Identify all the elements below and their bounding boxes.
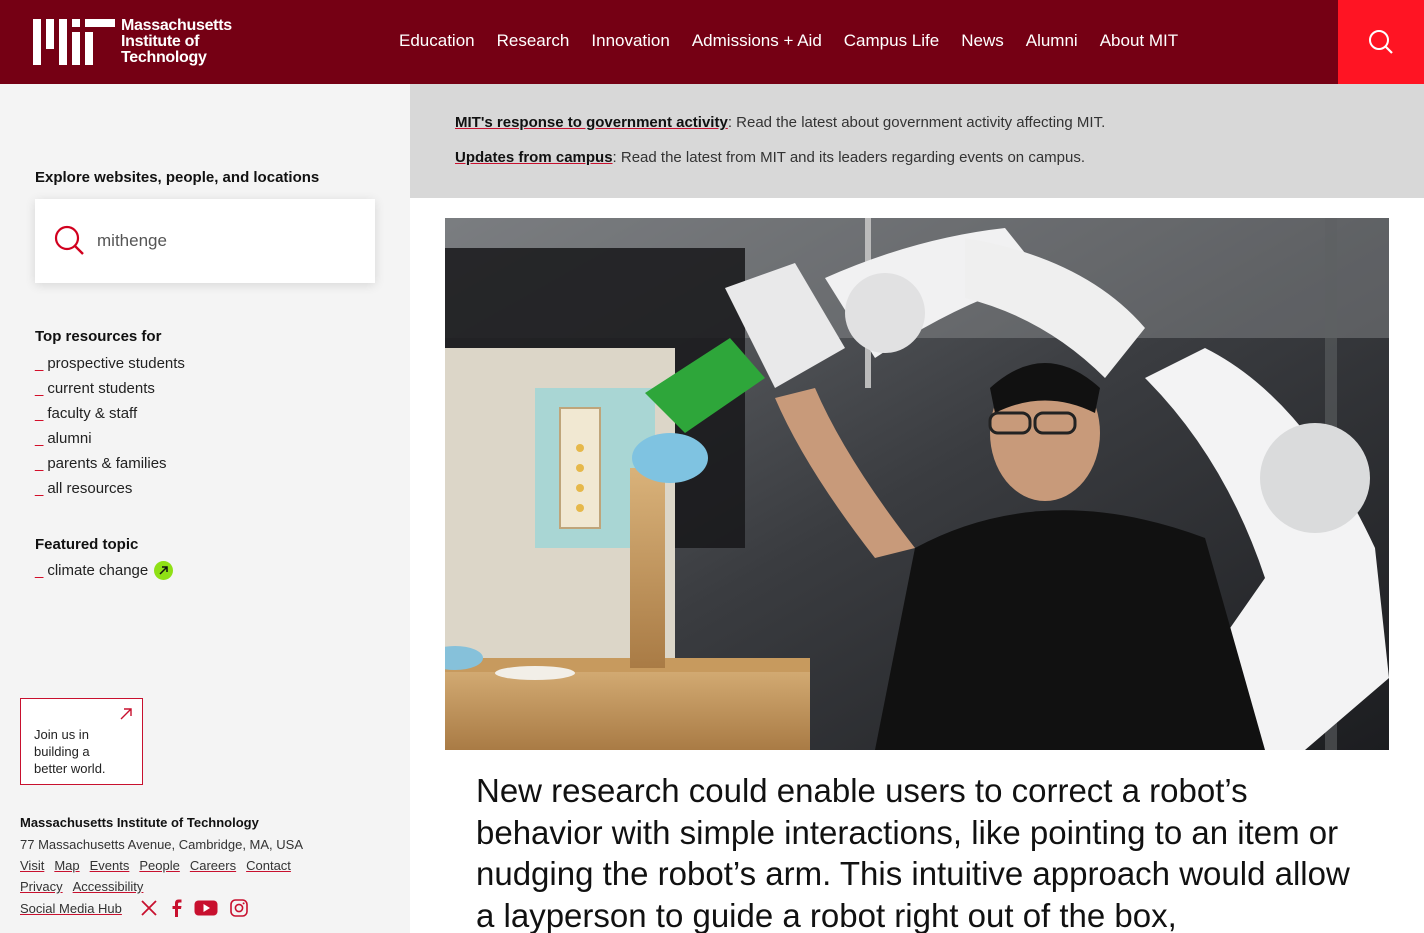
resource-link[interactable]: current students xyxy=(47,376,155,401)
robot-photo-illustration xyxy=(445,218,1389,750)
footer-institution-name: Massachusetts Institute of Technology xyxy=(20,815,259,830)
footer-links-row-1: Visit Map Events People Careers Contact xyxy=(20,858,301,873)
logo-wordmark: Massachusetts Institute of Technology xyxy=(121,18,232,66)
list-item[interactable]: _ parents & families xyxy=(35,451,185,476)
dash-marker: _ xyxy=(35,430,44,447)
dash-marker: _ xyxy=(35,562,44,579)
alert-item-campus: Updates from campus: Read the latest fro… xyxy=(455,149,1085,166)
footer-link-careers[interactable]: Careers xyxy=(190,858,236,873)
list-item[interactable]: _ faculty & staff xyxy=(35,401,185,426)
join-us-text: Join us in building a better world. xyxy=(34,726,106,777)
footer-link-accessibility[interactable]: Accessibility xyxy=(73,879,144,894)
explore-heading: Explore websites, people, and locations xyxy=(35,169,320,186)
dash-marker: _ xyxy=(35,380,44,397)
list-item[interactable]: _ alumni xyxy=(35,426,185,451)
resource-link[interactable]: all resources xyxy=(47,476,132,501)
alert-text: : Read the latest about government activ… xyxy=(727,114,1106,131)
join-us-card[interactable]: Join us in building a better world. xyxy=(20,698,143,785)
site-header: Massachusetts Institute of Technology Ed… xyxy=(0,0,1424,84)
nav-research[interactable]: Research xyxy=(497,31,570,51)
resource-link[interactable]: alumni xyxy=(47,426,91,451)
alert-item-government: MIT's response to government activity: R… xyxy=(455,114,1105,131)
resource-link[interactable]: parents & families xyxy=(47,451,166,476)
list-item[interactable]: _ all resources xyxy=(35,476,185,501)
footer-link-people[interactable]: People xyxy=(139,858,179,873)
dash-marker: _ xyxy=(35,480,44,497)
instagram-icon[interactable] xyxy=(230,899,248,917)
nav-education[interactable]: Education xyxy=(399,31,475,51)
search-icon xyxy=(54,225,84,255)
facebook-icon[interactable] xyxy=(170,899,182,917)
nav-campus-life[interactable]: Campus Life xyxy=(844,31,939,51)
footer-links-row-2: Privacy Accessibility xyxy=(20,879,153,894)
logo-line-1: Massachusetts xyxy=(121,17,232,34)
mit-logo[interactable]: Massachusetts Institute of Technology xyxy=(33,18,232,66)
featured-link[interactable]: climate change xyxy=(47,558,148,583)
dash-marker: _ xyxy=(35,455,44,472)
search-input[interactable] xyxy=(97,227,357,255)
search-icon xyxy=(1369,30,1393,54)
alert-banner: MIT's response to government activity: R… xyxy=(410,84,1424,198)
footer-link-privacy[interactable]: Privacy xyxy=(20,879,63,894)
nav-about-mit[interactable]: About MIT xyxy=(1100,31,1178,51)
footer-link-social-hub[interactable]: Social Media Hub xyxy=(20,901,122,916)
nav-alumni[interactable]: Alumni xyxy=(1026,31,1078,51)
top-resources-heading: Top resources for xyxy=(35,328,162,345)
featured-list: _ climate change xyxy=(35,558,174,583)
list-item[interactable]: _ prospective students xyxy=(35,351,185,376)
footer-link-visit[interactable]: Visit xyxy=(20,858,44,873)
resources-list: _ prospective students _ current students … xyxy=(35,351,185,501)
youtube-icon[interactable] xyxy=(194,899,218,917)
alert-link[interactable]: MIT's response to government activity xyxy=(455,114,728,131)
logo-line-2: Institute of xyxy=(121,33,200,50)
resource-link[interactable]: prospective students xyxy=(47,351,185,376)
footer-link-events[interactable]: Events xyxy=(90,858,130,873)
hero-headline[interactable]: New research could enable users to corre… xyxy=(476,770,1376,933)
resource-link[interactable]: faculty & staff xyxy=(47,401,137,426)
footer-link-map[interactable]: Map xyxy=(54,858,79,873)
hero-image[interactable] xyxy=(445,218,1389,750)
footer-address: 77 Massachusetts Avenue, Cambridge, MA, … xyxy=(20,837,304,852)
arrow-up-right-icon xyxy=(154,561,174,580)
main-nav: Education Research Innovation Admissions… xyxy=(399,31,1200,51)
join-line-1: Join us in xyxy=(34,727,89,742)
x-icon[interactable] xyxy=(140,899,158,917)
footer-links-row-3: Social Media Hub xyxy=(20,901,132,916)
featured-item[interactable]: _ climate change xyxy=(35,558,174,583)
site-search-box[interactable] xyxy=(35,199,375,283)
sidebar: Explore websites, people, and locations … xyxy=(0,84,410,933)
social-icons xyxy=(140,899,260,917)
join-line-3: better world. xyxy=(34,761,106,776)
logo-line-3: Technology xyxy=(121,49,207,66)
dash-marker: _ xyxy=(35,405,44,422)
header-search-button[interactable] xyxy=(1338,0,1424,84)
nav-news[interactable]: News xyxy=(961,31,1004,51)
arrow-up-right-icon xyxy=(120,708,132,720)
dash-marker: _ xyxy=(35,355,44,372)
nav-innovation[interactable]: Innovation xyxy=(591,31,669,51)
nav-admissions-aid[interactable]: Admissions + Aid xyxy=(692,31,822,51)
list-item[interactable]: _ current students xyxy=(35,376,185,401)
featured-topic-heading: Featured topic xyxy=(35,536,139,553)
alert-text: : Read the latest from MIT and its leade… xyxy=(612,149,1086,166)
join-line-2: building a xyxy=(34,744,90,759)
alert-link[interactable]: Updates from campus xyxy=(455,149,613,166)
mit-logo-mark xyxy=(33,19,115,65)
footer-link-contact[interactable]: Contact xyxy=(246,858,291,873)
